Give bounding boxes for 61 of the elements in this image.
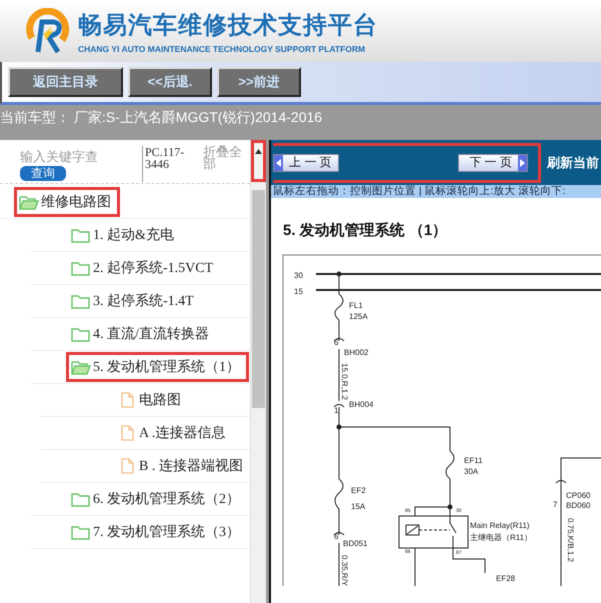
diagram-label: 125A <box>349 312 368 321</box>
nav-button[interactable]: <<后退. <box>128 67 212 97</box>
next-page-button[interactable]: 下 一 页 <box>458 154 528 172</box>
diagram-label: 15A <box>351 502 366 511</box>
diagram-label: 7 <box>553 500 558 509</box>
tree-item-label: 7. 发动机管理系统（3） <box>93 523 240 541</box>
diagram-label: 15 <box>294 287 303 296</box>
diagram-label: 15.0,R,1.2 <box>340 363 349 400</box>
diagram-label: 主继电器（R11） <box>470 533 532 542</box>
tree-item[interactable]: 2. 起停系统-1.5VCT <box>66 253 222 283</box>
previous-page-button[interactable]: 上 一 页 <box>273 154 339 172</box>
diagram-label: 6 <box>334 532 338 541</box>
diagram-label: BH002 <box>344 348 368 357</box>
code-text: PC.117-3446 <box>142 146 199 182</box>
tree-item-label: 5. 发动机管理系统（1） <box>93 358 240 376</box>
tree-item[interactable]: 3. 起停系统-1.4T <box>66 286 203 316</box>
tree-item[interactable]: 4. 直流/直流转换器 <box>66 319 218 349</box>
hint-text: 鼠标左右拖动：控制图片位置 | 鼠标滚轮向上:放大 滚轮向下: <box>271 185 601 198</box>
diagram-label: FL1 <box>349 301 363 310</box>
scrollbar[interactable] <box>250 140 266 603</box>
tree-item-label: A .连接器信息 <box>139 424 226 442</box>
tree-item[interactable]: 电路图 <box>112 385 190 415</box>
diagram-label: EF2 <box>351 486 366 495</box>
search-button[interactable]: 查询 <box>20 166 66 181</box>
tree-item[interactable]: 5. 发动机管理系统（1） <box>66 352 249 382</box>
tree-item-label: 1. 起动&充电 <box>93 226 174 244</box>
diagram-label: BD051 <box>343 539 368 548</box>
diagram-label: EF28 <box>496 574 516 583</box>
diagram-label: BD060 <box>566 501 590 510</box>
tree-item-label: 4. 直流/直流转换器 <box>93 325 209 343</box>
tree-item-label: 2. 起停系统-1.5VCT <box>93 259 214 277</box>
diagram-label: EF11 <box>464 456 483 465</box>
nav-button[interactable]: 返回主目录 <box>8 67 123 97</box>
diagram-label: BH004 <box>349 400 374 409</box>
diagram-title: 5. 发动机管理系统 （1） <box>282 221 448 241</box>
diagram-label: CP060 <box>566 491 590 500</box>
diagram-label: 0.75,K/B,1.2 <box>566 518 575 562</box>
tree-item[interactable]: B . 连接器端视图 <box>112 451 250 481</box>
diagram-label: 0.35,R/Y <box>340 555 349 586</box>
diagram-label: 30 <box>294 271 303 280</box>
current-model-text: 当前车型： 厂家:S-上汽名爵MGGT(锐行)2014-2016 <box>0 108 322 127</box>
tree-item[interactable]: A .连接器信息 <box>112 418 234 448</box>
diagram-label: 30A <box>464 467 478 476</box>
tree-item[interactable]: 1. 起动&充电 <box>66 220 183 250</box>
nav-button[interactable]: >>前进 <box>217 67 301 97</box>
tree-item[interactable]: 维修电路图 <box>14 187 120 217</box>
scroll-up-arrow-icon[interactable] <box>255 149 262 154</box>
tree-item-label: B . 连接器端视图 <box>139 457 243 475</box>
tree-item-label: 维修电路图 <box>41 193 111 211</box>
scroll-thumb[interactable] <box>252 190 265 408</box>
tree-item-label: 6. 发动机管理系统（2） <box>93 490 240 508</box>
refresh-link[interactable]: 刷新当前 <box>547 154 599 172</box>
diagram-label: 1 <box>334 406 338 415</box>
site-title: 畅易汽车维修技术支持平台 <box>78 10 378 40</box>
site-subtitle: CHANG YI AUTO MAINTENANCE TECHNOLOGY SUPPORT PLATFORM <box>78 44 366 54</box>
tree-item-label: 3. 起停系统-1.4T <box>93 292 194 310</box>
tree-item[interactable]: 6. 发动机管理系统（2） <box>66 484 249 514</box>
tree-item[interactable]: 7. 发动机管理系统（3） <box>66 517 249 547</box>
diagram-label: Main Relay(R11) <box>470 521 530 530</box>
diagram-label: 6 <box>334 338 338 347</box>
tree-item-label: 电路图 <box>139 392 181 409</box>
